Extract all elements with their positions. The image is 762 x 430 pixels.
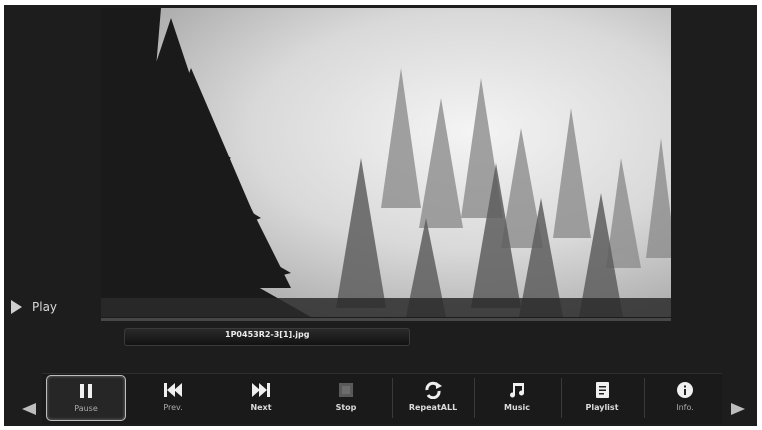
pause-icon xyxy=(79,380,93,402)
photo-display xyxy=(101,8,671,317)
filename-label: 1P0453R2-3[1].jpg xyxy=(225,330,310,339)
info-label: Info. xyxy=(676,403,694,412)
filename-bar: 1P0453R2-3[1].jpg xyxy=(124,328,410,346)
progress-line xyxy=(101,318,671,321)
next-icon xyxy=(252,379,270,401)
stop-label: Stop xyxy=(335,403,357,412)
play-status-label: Play xyxy=(32,300,58,314)
pause-label: Pause xyxy=(74,404,98,413)
info-button[interactable]: Info. xyxy=(646,375,724,419)
stop-icon xyxy=(339,379,353,401)
repeat-label: RepeatALL xyxy=(408,403,458,412)
music-note-icon xyxy=(509,379,525,401)
scroll-left-arrow-icon[interactable] xyxy=(22,403,36,415)
divider xyxy=(474,378,475,418)
repeat-button[interactable]: RepeatALL xyxy=(394,375,472,419)
next-button[interactable]: Next xyxy=(222,375,300,419)
media-player-screen: Play 1P0453R2-3[1].jpg Pause Prev. Next xyxy=(4,5,757,426)
divider xyxy=(561,378,562,418)
next-label: Next xyxy=(250,403,272,412)
prev-label: Prev. xyxy=(163,403,183,412)
pause-button[interactable]: Pause xyxy=(46,375,126,421)
control-bar: Pause Prev. Next Stop RepeatALL Music Pl… xyxy=(42,373,722,424)
divider xyxy=(644,378,645,418)
music-label: Music xyxy=(504,403,530,412)
scroll-right-arrow-icon[interactable] xyxy=(731,403,745,415)
previous-icon xyxy=(164,379,182,401)
repeat-icon xyxy=(423,379,443,401)
info-icon xyxy=(677,379,693,401)
playlist-label: Playlist xyxy=(585,403,619,412)
playlist-icon xyxy=(595,379,609,401)
play-status: Play xyxy=(11,300,57,314)
play-icon xyxy=(11,300,22,314)
prev-button[interactable]: Prev. xyxy=(134,375,212,419)
divider xyxy=(392,378,393,418)
stop-button[interactable]: Stop xyxy=(307,375,385,419)
music-button[interactable]: Music xyxy=(478,375,556,419)
playlist-button[interactable]: Playlist xyxy=(563,375,641,419)
